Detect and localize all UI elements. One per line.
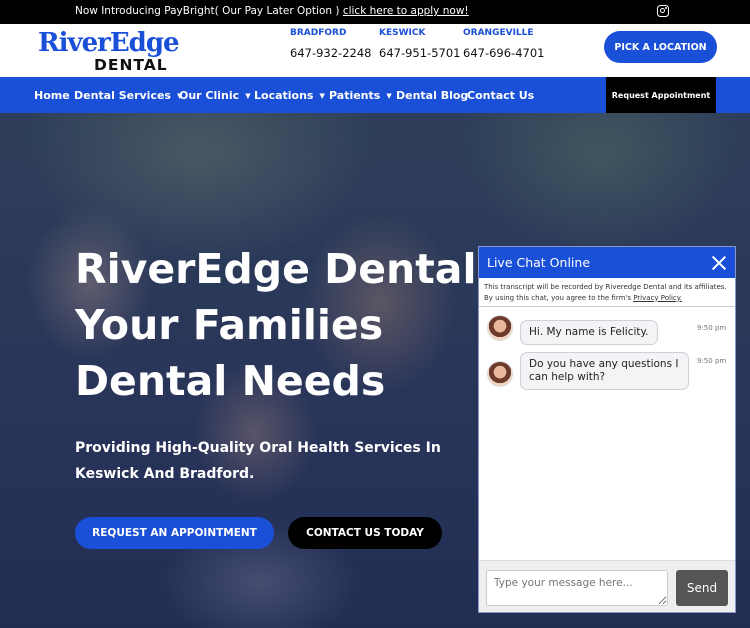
main-nav: Home Dental Services ▼ Our Clinic ▼ Locati… [0,77,750,113]
disclaimer-text: This transcript will be recorded by Rive… [484,283,727,302]
nav-home[interactable]: Home [34,89,70,102]
hero-subtitle: Providing High-Quality Oral Health Servi… [75,440,441,482]
nav-label: Dental Blog [396,89,469,102]
chevron-down-icon: ▼ [245,92,251,100]
location-keswick: KESWICK 647-951-5701 [379,28,460,60]
agent-avatar [487,361,513,387]
chat-message: Do you have any questions I can help wit… [520,352,689,390]
nav-label: Contact Us [467,89,535,102]
location-orangeville: ORANGEVILLE 647-696-4701 [463,28,544,60]
nav-dental-blog[interactable]: Dental Blog [396,89,468,102]
agent-avatar [487,315,513,341]
nav-label: Locations [254,89,314,102]
logo-subtitle: DENTAL [94,56,168,74]
location-city: ORANGEVILLE [463,28,534,38]
message-time: 9:50 pm [697,357,727,365]
request-appointment-button[interactable]: REQUEST AN APPOINTMENT [75,517,274,549]
promo-text: Now Introducing PayBright( Our Pay Later… [75,5,469,17]
location-city: KESWICK [379,28,426,38]
location-phone[interactable]: 647-696-4701 [463,46,544,60]
nav-contact-us[interactable]: Contact Us [467,89,534,102]
request-appointment-tab[interactable]: Request Appointment [606,77,716,113]
nav-our-clinic[interactable]: Our Clinic ▼ [179,89,251,102]
logo[interactable]: RiverEdge DENTAL [38,28,180,74]
hero-title: RiverEdge Dental Your Families Dental Ne… [75,245,477,405]
privacy-policy-link[interactable]: Privacy Policy. [633,294,682,302]
promo-message: Now Introducing PayBright( Our Pay Later… [75,5,343,17]
nav-label: Home [34,89,70,102]
logo-wordmark: RiverEdge [38,28,180,58]
chevron-down-icon: ▼ [319,92,325,100]
message-time: 9:50 pm [697,324,727,332]
location-city: BRADFORD [290,28,347,38]
send-button[interactable]: Send [676,570,728,606]
site-header: RiverEdge DENTAL BRADFORD 647-932-2248 K… [0,24,750,77]
nav-label: Our Clinic [179,89,240,102]
nav-label: Patients [329,89,381,102]
apply-now-link[interactable]: click here to apply now! [343,5,469,17]
close-icon[interactable] [712,256,726,270]
top-announcement-bar: Now Introducing PayBright( Our Pay Later… [0,0,750,24]
nav-locations[interactable]: Locations ▼ [254,89,325,102]
nav-patients[interactable]: Patients ▼ [329,89,392,102]
chevron-down-icon: ▼ [386,92,392,100]
divider [479,306,735,307]
chat-disclaimer: This transcript will be recorded by Rive… [484,282,732,303]
location-phone[interactable]: 647-951-5701 [379,46,460,60]
contact-us-button[interactable]: CONTACT US TODAY [288,517,442,549]
chat-footer: Send [479,560,735,612]
nav-dental-services[interactable]: Dental Services ▼ [74,89,182,102]
pick-location-button[interactable]: PICK A LOCATION [604,31,717,63]
live-chat-widget: Live Chat Online This transcript will be… [478,246,736,613]
chat-title: Live Chat Online [487,255,591,270]
chat-message-input[interactable] [486,570,668,606]
instagram-icon[interactable] [657,5,669,17]
chat-header: Live Chat Online [479,247,735,278]
nav-label: Dental Services [74,89,171,102]
location-phone[interactable]: 647-932-2248 [290,46,371,60]
location-bradford: BRADFORD 647-932-2248 [290,28,371,60]
chat-message: Hi. My name is Felicity. [520,320,658,345]
